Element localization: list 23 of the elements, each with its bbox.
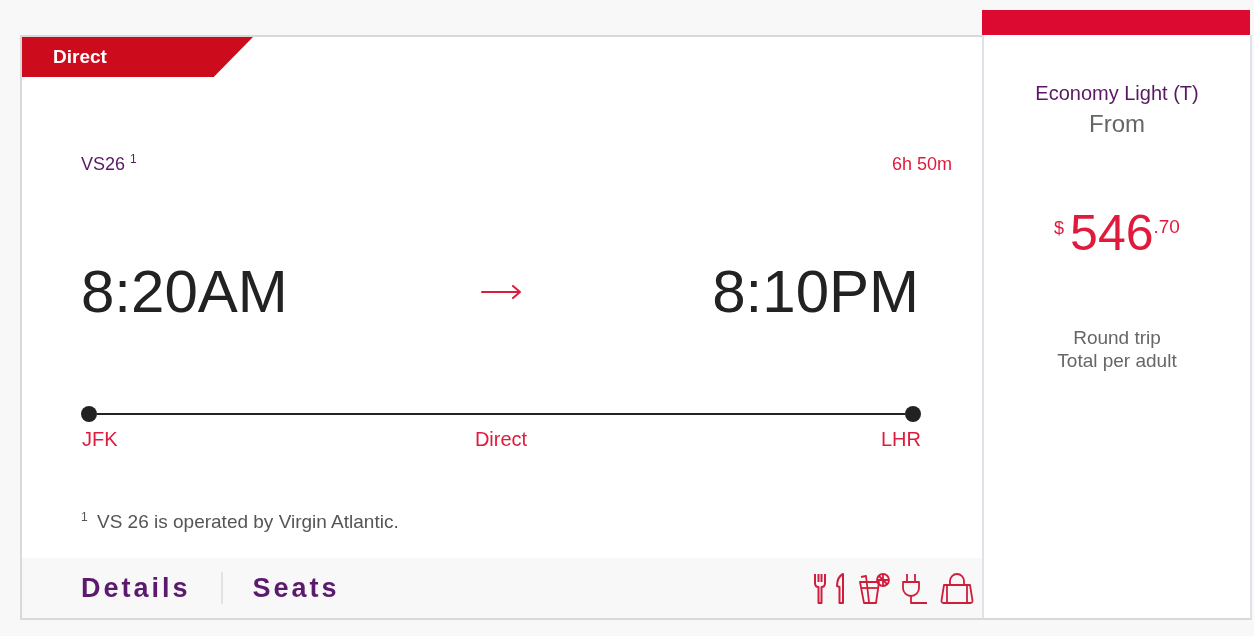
fork-and-knife-icon [813,572,846,604]
flight-number: VS26 $^{1}$ [81,153,137,175]
bag-icon [940,572,974,604]
drink-icon [858,572,890,604]
price-basis: Total per adult [1057,349,1177,372]
fare-cabin: Economy Light (T) [1035,81,1199,105]
arrow-right-icon [481,285,521,299]
footer-link[interactable]: Details [81,574,191,602]
departure-time: 8:20AM [81,262,288,322]
trip-type: Round trip [1073,326,1161,349]
direct-badge: Direct [22,37,253,77]
destination-airport: LHR [881,427,921,451]
from-label: From [1089,110,1145,138]
price-amount: 546 [1070,208,1154,258]
footer-link[interactable]: Seats [252,574,340,602]
currency-symbol: $ [1054,219,1065,237]
origin-airport: JFK [81,427,118,451]
plug-icon [902,572,928,604]
operator-footnote: $^{1}$ VS 26 is operated by Virgin Atlantic. [81,511,399,532]
arrival-time: 8:10PM [712,262,920,322]
price-cents: .70 [1153,217,1180,236]
flight-duration: 6h 50m [891,153,952,175]
stops-label: Direct [474,427,528,451]
